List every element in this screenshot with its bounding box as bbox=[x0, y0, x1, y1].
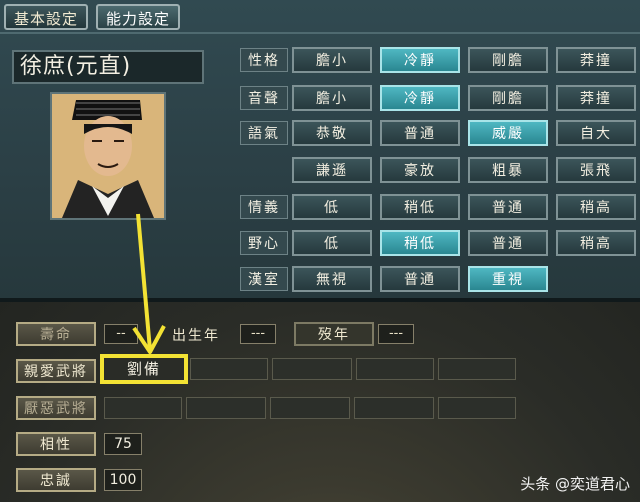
annotation-arrow-icon bbox=[132, 213, 166, 354]
trait-label-ambition: 野心 bbox=[240, 231, 288, 255]
voice-option[interactable]: 剛膽 bbox=[468, 85, 548, 111]
personality-option[interactable]: 莽撞 bbox=[556, 47, 636, 73]
tone-option[interactable]: 張飛 bbox=[556, 157, 636, 183]
voice-option[interactable]: 莽撞 bbox=[556, 85, 636, 111]
disliked-generals-label[interactable]: 厭惡武將 bbox=[16, 396, 96, 420]
voice-option[interactable]: 冷靜 bbox=[380, 85, 460, 111]
death-year-value: --- bbox=[378, 324, 414, 344]
birth-year-value: --- bbox=[240, 324, 276, 344]
ambition-option[interactable]: 普通 bbox=[468, 230, 548, 256]
personality-option[interactable]: 剛膽 bbox=[468, 47, 548, 73]
tab-basic-settings[interactable]: 基本設定 bbox=[4, 4, 89, 30]
personality-option[interactable]: 冷靜 bbox=[380, 47, 460, 73]
han-court-option[interactable]: 重視 bbox=[468, 266, 548, 292]
personality-option[interactable]: 膽小 bbox=[292, 47, 372, 73]
trait-label-personality: 性格 bbox=[240, 48, 288, 72]
tone-option[interactable]: 威嚴 bbox=[468, 120, 548, 146]
liked-general-slot[interactable] bbox=[272, 358, 352, 380]
trait-label-loyalty-sense: 情義 bbox=[240, 195, 288, 219]
disliked-general-slot[interactable] bbox=[354, 397, 434, 419]
tone-option[interactable]: 自大 bbox=[556, 120, 636, 146]
tone-option[interactable]: 謙遜 bbox=[292, 157, 372, 183]
lifespan-label[interactable]: 壽命 bbox=[16, 322, 96, 346]
character-name: 徐庶(元直) bbox=[12, 50, 204, 84]
watermark: 头条 @奕道君心 bbox=[520, 475, 630, 493]
compatibility-value: 75 bbox=[104, 433, 142, 455]
liked-general-slot[interactable] bbox=[356, 358, 434, 380]
liked-general-slot[interactable] bbox=[190, 358, 268, 380]
tone-option[interactable]: 粗暴 bbox=[468, 157, 548, 183]
liked-generals-label[interactable]: 親愛武將 bbox=[16, 359, 96, 383]
righteousness-option[interactable]: 普通 bbox=[468, 194, 548, 220]
loyalty-value: 100 bbox=[104, 469, 142, 491]
disliked-general-slot[interactable] bbox=[104, 397, 182, 419]
righteousness-option[interactable]: 稍高 bbox=[556, 194, 636, 220]
tone-option[interactable]: 普通 bbox=[380, 120, 460, 146]
trait-label-voice: 音聲 bbox=[240, 86, 288, 110]
death-year-label: 歿年 bbox=[294, 322, 374, 346]
tab-ability-settings[interactable]: 能力設定 bbox=[96, 4, 181, 30]
tone-option[interactable]: 豪放 bbox=[380, 157, 460, 183]
loyalty-label[interactable]: 忠誠 bbox=[16, 468, 96, 492]
character-portrait bbox=[50, 92, 166, 220]
portrait-illustration bbox=[52, 94, 164, 218]
trait-label-han-court: 漢室 bbox=[240, 267, 288, 291]
ambition-option[interactable]: 低 bbox=[292, 230, 372, 256]
birth-year-label: 出生年 bbox=[172, 328, 220, 344]
han-court-option[interactable]: 普通 bbox=[380, 266, 460, 292]
compatibility-label[interactable]: 相性 bbox=[16, 432, 96, 456]
han-court-option[interactable]: 無視 bbox=[292, 266, 372, 292]
disliked-general-slot[interactable] bbox=[270, 397, 350, 419]
disliked-general-slot[interactable] bbox=[186, 397, 266, 419]
tone-option[interactable]: 恭敬 bbox=[292, 120, 372, 146]
ambition-option[interactable]: 稍高 bbox=[556, 230, 636, 256]
voice-option[interactable]: 膽小 bbox=[292, 85, 372, 111]
disliked-general-slot[interactable] bbox=[438, 397, 516, 419]
liked-general-slot[interactable] bbox=[438, 358, 516, 380]
ambition-option[interactable]: 稍低 bbox=[380, 230, 460, 256]
trait-label-tone: 語氣 bbox=[240, 121, 288, 145]
righteousness-option[interactable]: 低 bbox=[292, 194, 372, 220]
righteousness-option[interactable]: 稍低 bbox=[380, 194, 460, 220]
